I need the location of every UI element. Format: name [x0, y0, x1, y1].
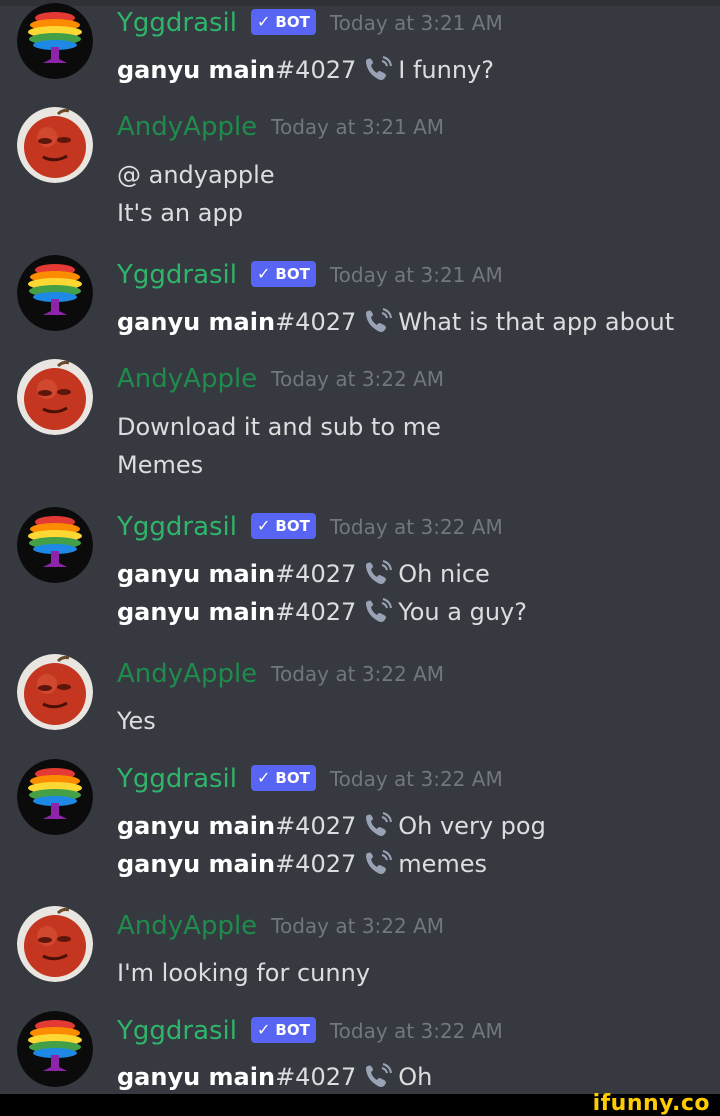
message-text: What is that app about [398, 308, 675, 336]
rainbow-tree-icon [17, 255, 93, 331]
phone-icon [362, 559, 394, 587]
rainbow-tree-icon [17, 507, 93, 583]
message-text: Oh nice [398, 560, 490, 588]
message-line: ganyu main#4027 What is that app about [117, 305, 674, 339]
timestamp: Today at 3:22 AM [271, 367, 445, 391]
timestamp: Today at 3:21 AM [329, 263, 503, 287]
message-line: Memes [117, 448, 203, 482]
bot-label: BOT [275, 1021, 310, 1039]
phone-icon [362, 1062, 394, 1090]
checkmark-icon: ✓ [257, 516, 271, 535]
bot-badge: ✓ BOT [251, 9, 316, 35]
apple-face-avatar [17, 107, 93, 183]
avatar[interactable] [17, 654, 93, 730]
phone-icon [362, 597, 394, 625]
username[interactable]: AndyApple [117, 364, 257, 394]
watermark-bar: ifunny.co [0, 1091, 720, 1116]
timestamp: Today at 3:22 AM [329, 767, 503, 791]
checkmark-icon: ✓ [257, 1020, 271, 1039]
avatar[interactable] [17, 1011, 93, 1087]
message-text: I funny? [398, 56, 494, 84]
bot-badge: ✓ BOT [251, 765, 316, 791]
message-line: ganyu main#4027 Oh [117, 1060, 432, 1094]
username[interactable]: AndyApple [117, 112, 257, 142]
bot-label: BOT [275, 517, 310, 535]
apple-face-avatar [17, 654, 93, 730]
avatar[interactable] [17, 906, 93, 982]
caller-name: ganyu main#4027 [117, 598, 357, 626]
message-line: ganyu main#4027 Oh nice [117, 557, 490, 591]
phone-icon [362, 55, 394, 83]
message-line: ganyu main#4027 I funny? [117, 53, 494, 87]
username[interactable]: Yggdrasil [117, 764, 237, 794]
message-line: Download it and sub to me [117, 410, 441, 444]
message-line: I'm looking for cunny [117, 956, 370, 990]
top-bar [0, 0, 720, 6]
caller-name: ganyu main#4027 [117, 56, 357, 84]
bot-label: BOT [275, 13, 310, 31]
caller-name: ganyu main#4027 [117, 812, 357, 840]
message-text: Yes [117, 707, 156, 735]
username[interactable]: AndyApple [117, 911, 257, 941]
message-text: Oh [398, 1063, 433, 1091]
message-text: Download it and sub to me [117, 413, 441, 441]
username[interactable]: Yggdrasil [117, 512, 237, 542]
message-line: It's an app [117, 196, 243, 230]
rainbow-tree-icon [17, 759, 93, 835]
bot-badge: ✓ BOT [251, 261, 316, 287]
avatar[interactable] [17, 359, 93, 435]
message-text: It's an app [117, 199, 243, 227]
message-text: You a guy? [398, 598, 527, 626]
timestamp: Today at 3:22 AM [271, 914, 445, 938]
timestamp: Today at 3:22 AM [329, 1019, 503, 1043]
bot-label: BOT [275, 265, 310, 283]
phone-icon [362, 849, 394, 877]
timestamp: Today at 3:21 AM [329, 11, 503, 35]
watermark: ifunny.co [592, 1091, 710, 1116]
caller-name: ganyu main#4027 [117, 560, 357, 588]
bot-badge: ✓ BOT [251, 513, 316, 539]
avatar[interactable] [17, 3, 93, 79]
checkmark-icon: ✓ [257, 264, 271, 283]
avatar[interactable] [17, 507, 93, 583]
phone-icon [362, 811, 394, 839]
username[interactable]: Yggdrasil [117, 1016, 237, 1046]
caller-name: ganyu main#4027 [117, 850, 357, 878]
username[interactable]: Yggdrasil [117, 8, 237, 38]
checkmark-icon: ✓ [257, 768, 271, 787]
message-text: @ andyapple [117, 161, 275, 189]
timestamp: Today at 3:21 AM [271, 115, 445, 139]
bot-badge: ✓ BOT [251, 1017, 316, 1043]
message-line: Yes [117, 704, 156, 738]
avatar[interactable] [17, 107, 93, 183]
message-text: I'm looking for cunny [117, 959, 371, 987]
caller-name: ganyu main#4027 [117, 308, 357, 336]
timestamp: Today at 3:22 AM [329, 515, 503, 539]
message-line: ganyu main#4027 You a guy? [117, 595, 527, 629]
bot-label: BOT [275, 769, 310, 787]
avatar[interactable] [17, 255, 93, 331]
username[interactable]: AndyApple [117, 659, 257, 689]
message-text: memes [398, 850, 488, 878]
caller-name: ganyu main#4027 [117, 1063, 357, 1091]
message-text: Oh very pog [398, 812, 546, 840]
message-line: @ andyapple [117, 158, 275, 192]
message-line: ganyu main#4027 memes [117, 847, 487, 881]
message-line: ganyu main#4027 Oh very pog [117, 809, 546, 843]
apple-face-avatar [17, 906, 93, 982]
message-text: Memes [117, 451, 204, 479]
rainbow-tree-icon [17, 3, 93, 79]
checkmark-icon: ✓ [257, 12, 271, 31]
avatar[interactable] [17, 759, 93, 835]
apple-face-avatar [17, 359, 93, 435]
phone-icon [362, 307, 394, 335]
username[interactable]: Yggdrasil [117, 260, 237, 290]
timestamp: Today at 3:22 AM [271, 662, 445, 686]
rainbow-tree-icon [17, 1011, 93, 1087]
